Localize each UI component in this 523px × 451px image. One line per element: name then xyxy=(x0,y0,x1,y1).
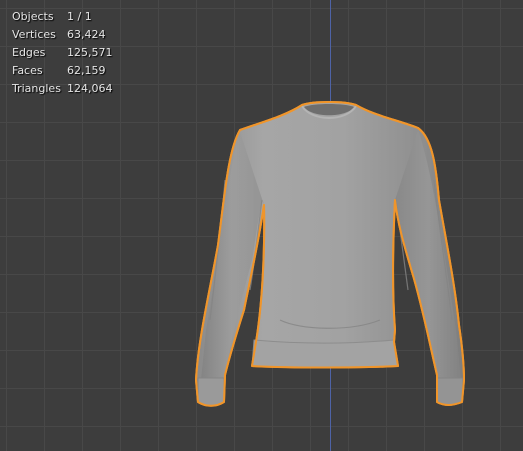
sweater-mesh-model[interactable] xyxy=(0,0,523,451)
hem-ribbing xyxy=(251,339,399,368)
left-cuff xyxy=(197,377,225,407)
right-cuff xyxy=(436,377,464,406)
3d-viewport[interactable]: Objects 1 / 1 Vertices 63,424 Edges 125,… xyxy=(0,0,523,451)
